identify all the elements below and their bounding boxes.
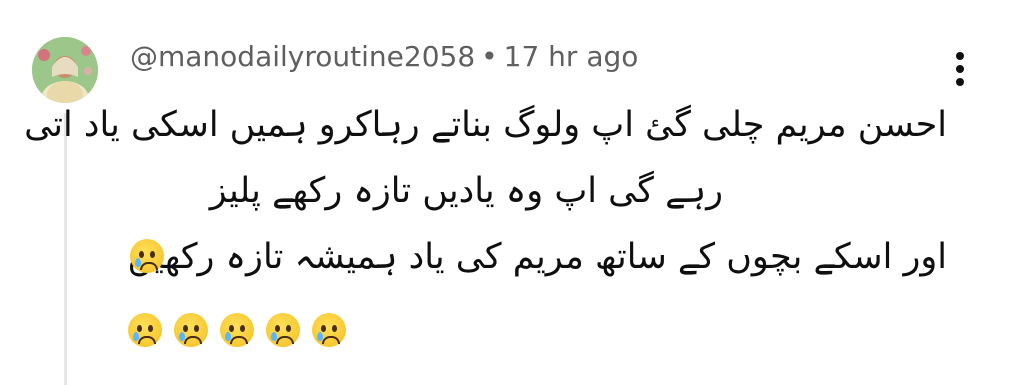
crying-face-icon xyxy=(220,313,254,347)
crying-face-icon xyxy=(312,313,346,347)
comment-line: اور اسکے بچوں کے ساتھ مریم کی یاد ہمیشہ … xyxy=(127,237,947,277)
comment-timestamp[interactable]: 17 hr ago xyxy=(504,40,639,73)
comment-line: احسن مریم چلی گئ اپ ولوگ بناتے رہاکرو ہم… xyxy=(24,105,947,145)
author-handle[interactable]: @manodailyroutine2058 xyxy=(130,40,475,73)
more-dot xyxy=(956,65,964,73)
crying-face-icon xyxy=(128,313,162,347)
more-vertical-icon xyxy=(956,52,964,60)
comment-line-wrap: اور اسکے بچوں کے ساتھ مریم کی یاد ہمیشہ … xyxy=(125,224,947,290)
crying-face-icon xyxy=(266,313,300,347)
emoji-row xyxy=(128,313,346,359)
comment-body: احسن مریم چلی گئ اپ ولوگ بناتے رہاکرو ہم… xyxy=(24,92,947,290)
separator-dot: • xyxy=(481,40,498,73)
more-dot xyxy=(956,78,964,86)
crying-face-icon xyxy=(130,239,164,273)
crying-face-icon xyxy=(174,313,208,347)
comment-header: @manodailyroutine2058 • 17 hr ago xyxy=(130,40,638,73)
more-options-button[interactable] xyxy=(948,50,972,90)
comment-line: رہے گی اپ وہ یادیں تازہ رکھے پلیز xyxy=(209,171,723,211)
